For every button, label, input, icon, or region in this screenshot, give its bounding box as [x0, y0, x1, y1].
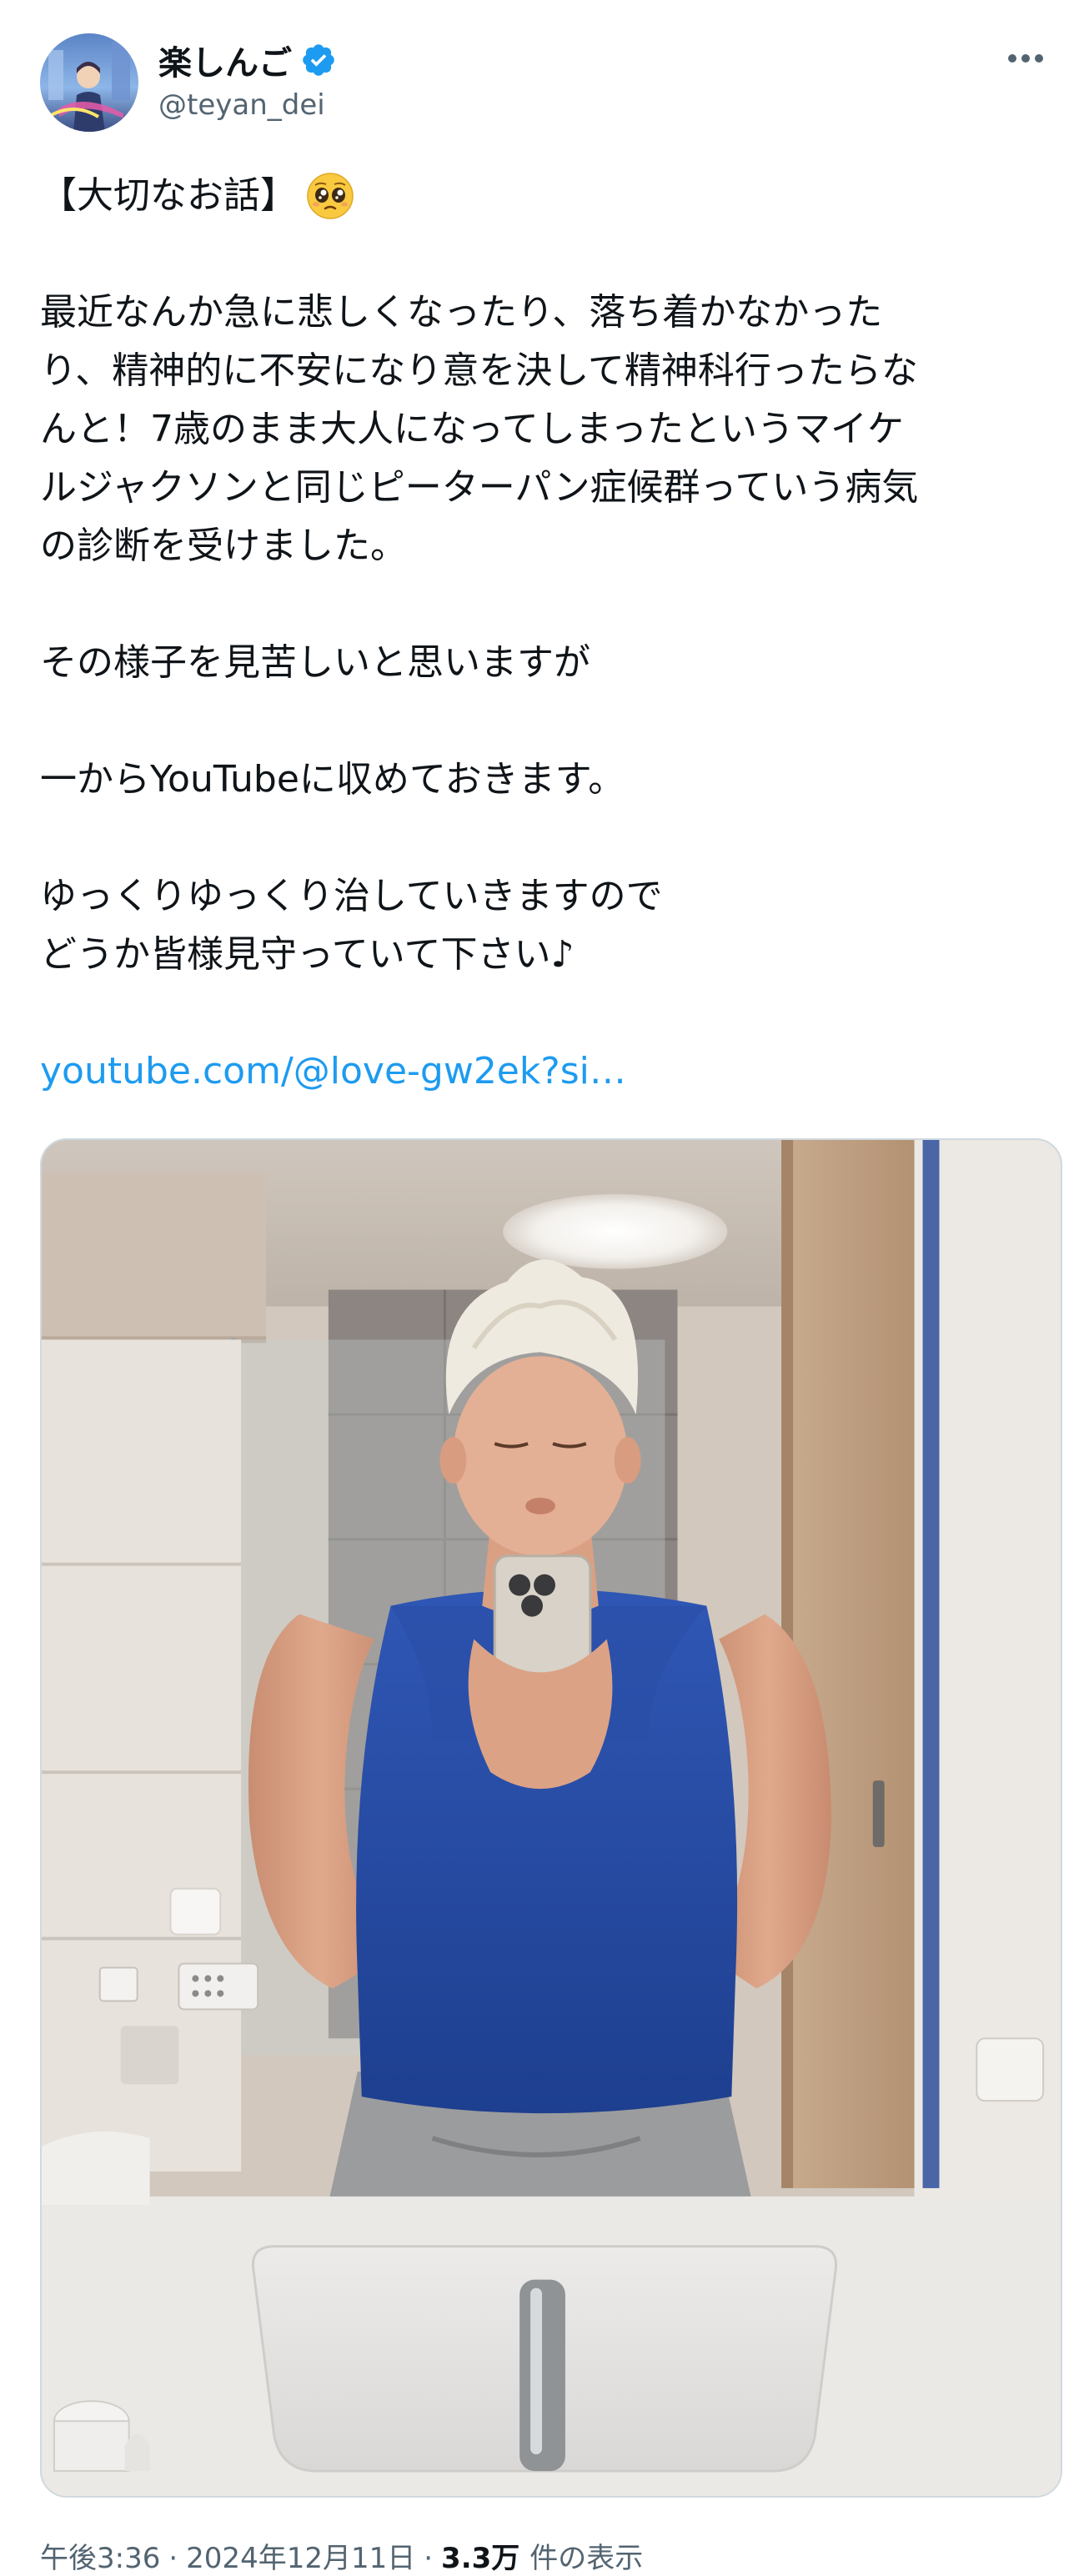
avatar[interactable] — [40, 33, 138, 132]
tweet-line: どうか皆様見守っていて下さい♪ — [40, 933, 575, 976]
tweet-card: 楽しんご @teyan_dei 【大切なお話】 最近なんか急に悲しくなったり、落… — [0, 0, 1084, 2575]
tweet-line: 最近なんか急に悲しくなったり、落ち着かなかった — [40, 291, 883, 334]
more-horizontal-icon — [1008, 54, 1043, 63]
meta-separator: · — [168, 2542, 178, 2575]
author-handle[interactable]: @teyan_dei — [158, 88, 325, 122]
pleading-face-icon — [307, 173, 354, 219]
tweet-photo[interactable] — [40, 1138, 1062, 2498]
tweet-line: んと！7歳のまま大人になってしまったというマイケ — [40, 408, 905, 450]
tweet-line: の診断を受けました。 — [40, 525, 407, 567]
verified-badge-icon — [303, 44, 334, 76]
tweet-line: 一からYouTubeに収めておきます。 — [40, 758, 625, 801]
avatar-image — [40, 33, 138, 132]
views-label: 件の表示 — [529, 2542, 644, 2575]
tweet-text: 【大切なお話】 最近なんか急に悲しくなったり、落ち着かなかった り、精神的に不安… — [40, 167, 1049, 1101]
tweet-line: その様子を見苦しいと思いますが — [40, 641, 590, 684]
tweet-time[interactable]: 午後3:36 — [40, 2535, 160, 2576]
tweet-line: り、精神的に不安になり意を決して精神科行ったらな — [40, 349, 918, 392]
display-name[interactable]: 楽しんご — [158, 36, 292, 84]
tweet-meta: 午後3:36 · 2024年12月11日 · 3.3万 件の表示 — [40, 2535, 643, 2576]
tweet-line: ゆっくりゆっくり治していきますので — [40, 875, 663, 917]
tweet-title-line: 【大切なお話】 — [40, 167, 1049, 225]
tweet-date[interactable]: 2024年12月11日 — [186, 2535, 415, 2576]
meta-separator: · — [424, 2542, 434, 2575]
photo-illustration — [42, 1140, 1061, 2496]
tweet-line: ルジャクソンと同じピーターパン症候群っていう病気 — [40, 466, 919, 509]
author-name-row[interactable]: 楽しんご — [158, 37, 337, 83]
more-button[interactable] — [1001, 42, 1051, 75]
views-count: 3.3万 — [441, 2542, 520, 2575]
tweet-title: 【大切なお話】 — [40, 174, 297, 217]
youtube-link[interactable]: youtube.com/@love-gw2ek?si… — [40, 1050, 626, 1092]
